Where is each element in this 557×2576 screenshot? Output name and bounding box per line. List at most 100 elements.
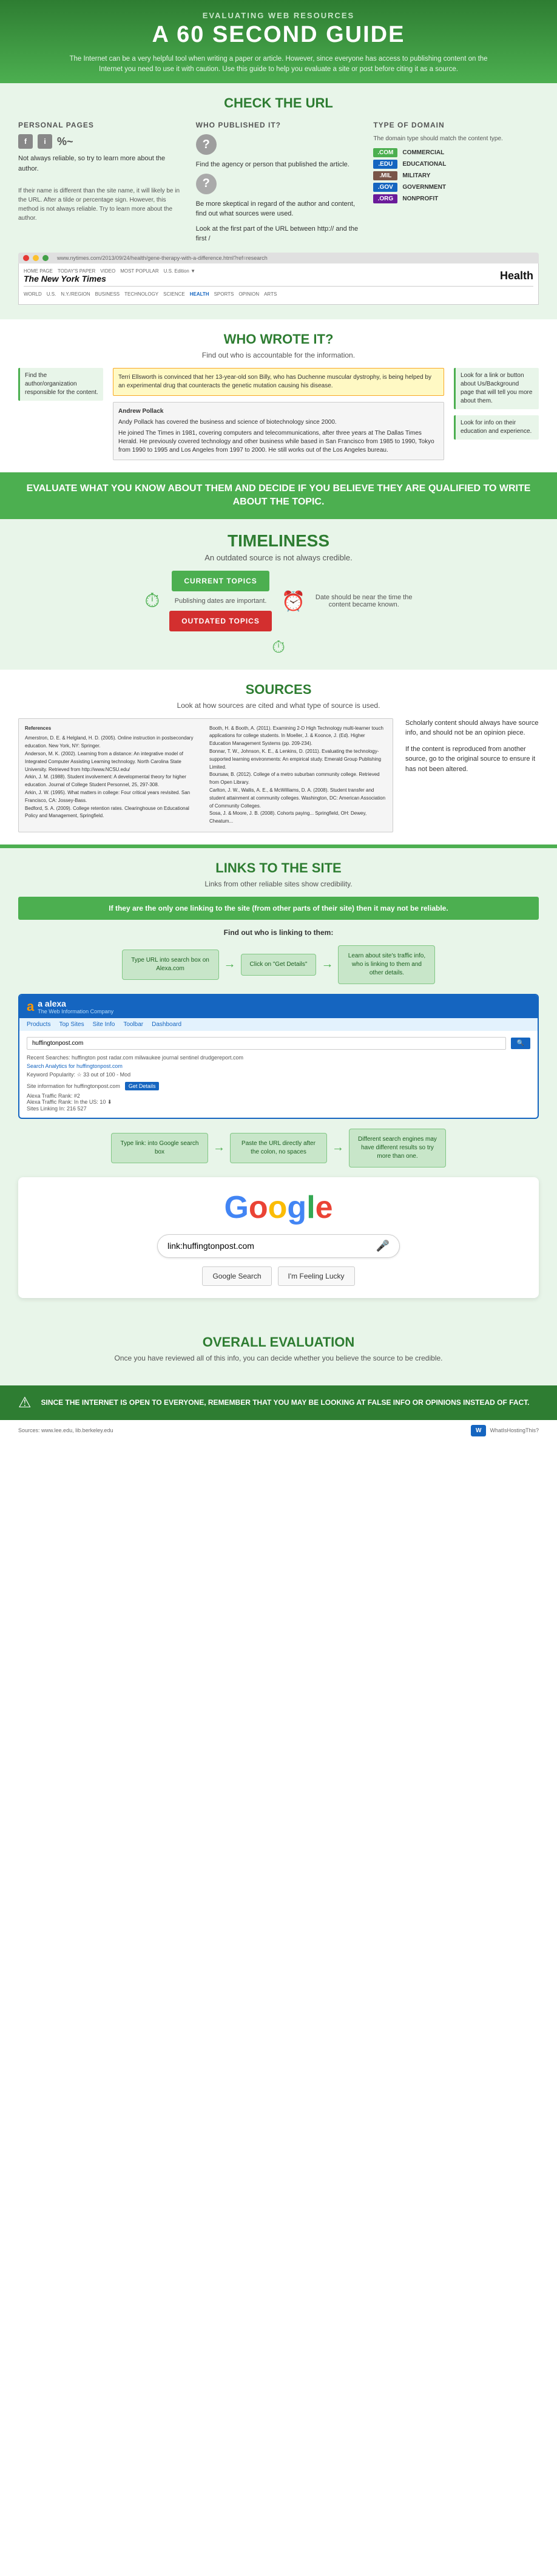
domain-label-edu: EDUCATIONAL	[402, 161, 446, 168]
alexa-nav-siteinfo[interactable]: Site Info	[93, 1021, 115, 1028]
alexa-recent-searches: Recent Searches: huffington post radar.c…	[27, 1055, 530, 1061]
personal-icons-row: f i %~	[18, 134, 184, 149]
flow-arrow-1: →	[224, 957, 236, 971]
sources-section: Sources Look at how sources are cited an…	[0, 670, 557, 845]
domain-label-mil: MILITARY	[402, 172, 430, 179]
sources-note2: If the content is reproduced from anothe…	[405, 744, 539, 775]
alexa-nav-topsites[interactable]: Top Sites	[59, 1021, 84, 1028]
overall-title: Overall Evaluation	[18, 1334, 539, 1350]
domain-row-mil: .MIL MILITARY	[373, 171, 539, 180]
url-grid: Personal Pages f i %~ Not always reliabl…	[18, 121, 539, 244]
flow-box-1-step2: Click on "Get Details"	[241, 954, 317, 976]
sources-left: References Amerstron, D. E. & Helgland, …	[18, 718, 393, 832]
nav-science: SCIENCE	[163, 291, 185, 297]
browser-maximize-btn	[42, 255, 49, 261]
flow-box-2-step1: Type link: into Google search box	[111, 1133, 208, 1163]
person-icon: f	[18, 134, 33, 149]
question-icon: ?	[196, 134, 217, 155]
person2-icon: i	[38, 134, 52, 149]
browser-minimize-btn	[33, 255, 39, 261]
flow-box-2-step2: Paste the URL directly after the colon, …	[230, 1133, 327, 1163]
author-highlight-box: Terri Ellsworth is convinced that her 13…	[113, 368, 444, 396]
nav-us: U.S.	[47, 291, 56, 297]
nav-most-popular: MOST POPULAR	[120, 268, 158, 274]
nav-world: WORLD	[24, 291, 42, 297]
nyt-bottom-nav: WORLD U.S. N.Y./REGION BUSINESS TECHNOLO…	[24, 289, 533, 299]
nav-sports: SPORTS	[214, 291, 234, 297]
clock-icon-left: ⏱	[144, 590, 160, 613]
right-annotation: Look for a link or button about Us/Backg…	[454, 368, 539, 409]
nyt-logo: The New York Times	[24, 274, 195, 284]
find-linking: Find out who is linking to them:	[18, 928, 539, 937]
google-search-button[interactable]: Google Search	[202, 1266, 271, 1286]
google-search-input[interactable]	[167, 1241, 376, 1251]
domain-badge-gov: .GOV	[373, 183, 397, 192]
alexa-search-analytics: Search Analytics for huffingtonpost.com	[27, 1063, 530, 1069]
who-wrote-section: Who Wrote It? Find out who is accountabl…	[0, 319, 557, 472]
nav-video: VIDEO	[100, 268, 115, 274]
who-published-title: Who Published It?	[196, 121, 362, 129]
flow-arrow-2: →	[321, 957, 333, 971]
who-wrote-sub: Find out who is accountable for the info…	[18, 351, 539, 359]
question-icon-2: ?	[196, 174, 217, 194]
alexa-nav-toolbar[interactable]: Toolbar	[123, 1021, 143, 1028]
alexa-get-details-btn[interactable]: Get Details	[125, 1082, 160, 1090]
footer-whois: W WhatIsHostingThis?	[471, 1425, 539, 1436]
bottom-annotation: Look for info on their education and exp…	[454, 415, 539, 440]
overall-section: Overall Evaluation Once you have reviewe…	[0, 1320, 557, 1385]
personal-pages-col: Personal Pages f i %~ Not always reliabl…	[18, 121, 184, 223]
footer-sources-url: www.lee.edu, lib.berkeley.edu	[41, 1427, 113, 1433]
clock-icon-bottom: ⏱	[18, 637, 539, 658]
domain-title: Type of Domain	[373, 121, 539, 129]
personal-pages-text: Not always reliable, so try to learn mor…	[18, 154, 184, 174]
browser-toolbar: www.nytimes.com/2013/09/24/health/gene-t…	[18, 253, 539, 263]
header-title: A 60 Second Guide	[12, 22, 545, 48]
nav-business: BUSINESS	[95, 291, 120, 297]
nav-opinion: OPINION	[238, 291, 259, 297]
footer-sources: Sources: www.lee.edu, lib.berkeley.edu W…	[0, 1420, 557, 1441]
flow-arrow-3: →	[213, 1141, 225, 1155]
author-bio-text: Andy Pollack has covered the business an…	[118, 418, 439, 427]
domain-badge-org: .ORG	[373, 194, 397, 203]
timeliness-row: ⏱ Current Topics Publishing dates are im…	[18, 571, 539, 631]
check-url-title: Check the URL	[18, 95, 539, 111]
personal-pages-title: Personal Pages	[18, 121, 184, 129]
browser-close-btn	[23, 255, 29, 261]
google-feeling-lucky-button[interactable]: I'm Feeling Lucky	[278, 1266, 355, 1286]
alexa-a-icon: a	[27, 999, 34, 1014]
who-published-note: Look at the first part of the URL betwee…	[196, 224, 362, 244]
links-warning: If they are the only one linking to the …	[18, 897, 539, 920]
nav-home-page: HOME PAGE	[24, 268, 53, 274]
browser-url-bar: www.nytimes.com/2013/09/24/health/gene-t…	[57, 255, 268, 261]
left-annotation: Find the author/organization responsible…	[18, 368, 103, 401]
alexa-sites-linking: Sites Linking In: 216 527	[27, 1106, 530, 1112]
alexa-search-input[interactable]	[27, 1037, 506, 1050]
alexa-rank: Alexa Traffic Rank: #2	[27, 1093, 530, 1099]
nyt-nav-items: HOME PAGE TODAY'S PAPER VIDEO MOST POPUL…	[24, 268, 195, 274]
domain-label-com: COMMERCIAL	[402, 149, 444, 156]
evaluate-text: Evaluate what you know about them and de…	[18, 482, 539, 509]
domain-label-gov: GOVERNMENT	[402, 184, 446, 191]
nyt-header: HOME PAGE TODAY'S PAPER VIDEO MOST POPUL…	[24, 268, 533, 287]
warning-icon: ⚠	[18, 1394, 32, 1412]
flow-box-1-step3: Learn about site's traffic info, who is …	[338, 945, 435, 984]
alexa-site-info-row: Site information for huffingtonpost.com …	[27, 1082, 530, 1090]
nav-us-edition: U.S. Edition ▼	[164, 268, 195, 274]
google-o1: o	[249, 1190, 268, 1225]
alexa-search-button[interactable]: 🔍	[511, 1038, 530, 1049]
overall-footer-text: Since the Internet is open to everyone, …	[41, 1397, 539, 1408]
domain-row-gov: .GOV GOVERNMENT	[373, 183, 539, 192]
google-microphone-icon: 🎤	[376, 1240, 390, 1252]
header-eyebrow: Evaluating Web Resources	[12, 11, 545, 20]
overall-footer: ⚠ Since the Internet is open to everyone…	[0, 1385, 557, 1420]
google-l: l	[306, 1190, 315, 1225]
who-published-text2: Be more skeptical in regard of the autho…	[196, 199, 362, 219]
who-wrote-title: Who Wrote It?	[18, 331, 539, 347]
author-bio-name: Andrew Pollack	[118, 407, 439, 416]
header-description: The Internet can be a very helpful tool …	[66, 54, 491, 75]
alexa-nav-products[interactable]: Products	[27, 1021, 50, 1028]
google-logo: Google	[30, 1189, 527, 1226]
type-of-domain-col: Type of Domain The domain type should ma…	[373, 121, 539, 206]
domain-badge-com: .COM	[373, 148, 397, 157]
alexa-nav-dashboard[interactable]: Dashboard	[152, 1021, 181, 1028]
